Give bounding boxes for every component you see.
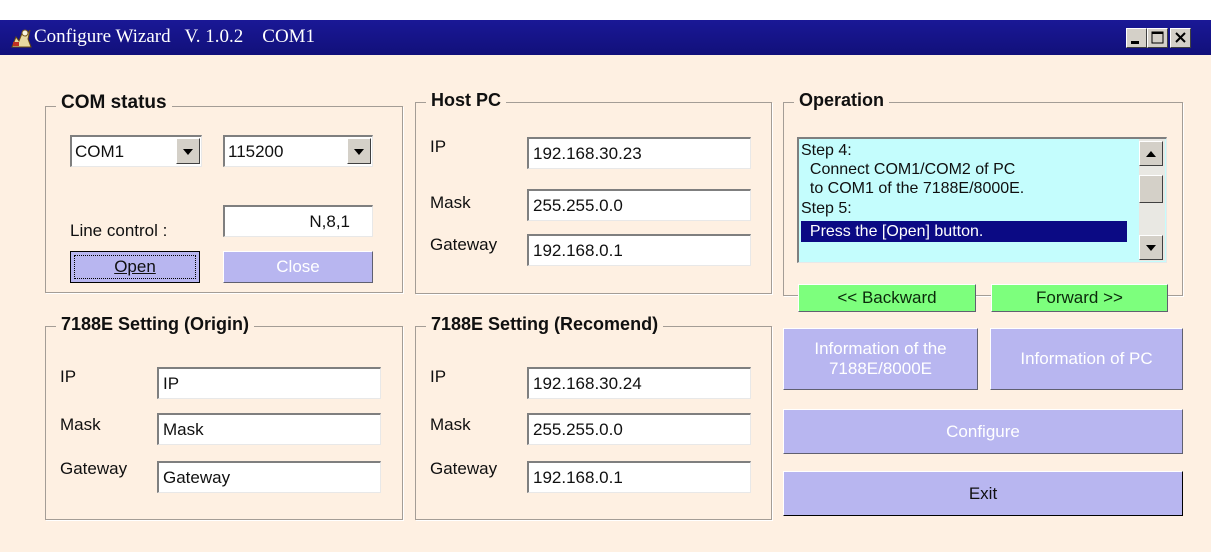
scroll-thumb[interactable] xyxy=(1139,175,1163,203)
window-title: Configure Wizard V. 1.0.2 COM1 xyxy=(34,26,316,47)
list-item[interactable]: to COM1 of the 7188E/8000E. xyxy=(801,179,1024,198)
host-ip-label: IP xyxy=(430,137,447,156)
com-port-dropdown-button[interactable] xyxy=(176,138,200,164)
scroll-down-button[interactable] xyxy=(1139,235,1163,260)
configure-button[interactable]: Configure xyxy=(783,409,1183,454)
com-status-legend: COM status xyxy=(56,92,172,114)
line-control-label: Line control : xyxy=(70,221,168,240)
information-pc-button[interactable]: Information of PC xyxy=(990,328,1183,390)
origin-setting-group: 7188E Setting (Origin) IP IP Mask Mask G… xyxy=(45,314,403,520)
list-item-selected[interactable]: Press the [Open] button. xyxy=(801,221,1127,242)
information-device-line2: 7188E/8000E xyxy=(828,359,933,378)
baud-rate-value: 115200 xyxy=(228,142,284,161)
operation-steps-listbox[interactable]: Step 4: Connect COM1/COM2 of PC to COM1 … xyxy=(797,137,1167,263)
recommend-gateway-label: Gateway xyxy=(430,459,498,478)
maximize-icon xyxy=(1151,31,1164,44)
open-button[interactable]: Open xyxy=(70,251,200,283)
origin-mask-label: Mask xyxy=(60,415,101,434)
origin-gateway-label: Gateway xyxy=(60,459,128,478)
recommend-setting-legend: 7188E Setting (Recomend) xyxy=(426,314,664,335)
chevron-down-icon xyxy=(354,149,364,155)
host-mask-field[interactable]: 255.255.0.0 xyxy=(527,189,751,221)
operation-scrollbar[interactable] xyxy=(1139,139,1165,261)
close-button[interactable]: Close xyxy=(223,251,373,283)
list-item[interactable]: Step 4: xyxy=(801,141,852,160)
configure-wizard-window: Configure Wizard V. 1.0.2 COM1 COM statu… xyxy=(0,20,1211,552)
wizard-app-icon xyxy=(11,29,32,48)
host-ip-field[interactable]: 192.168.30.23 xyxy=(527,137,751,169)
exit-button[interactable]: Exit xyxy=(783,471,1183,516)
com-port-select[interactable]: COM1 xyxy=(70,135,202,167)
recommend-ip-label: IP xyxy=(430,367,447,386)
list-item[interactable]: Connect COM1/COM2 of PC xyxy=(801,160,1015,179)
recommend-mask-field[interactable]: 255.255.0.0 xyxy=(527,413,751,445)
origin-setting-legend: 7188E Setting (Origin) xyxy=(56,314,255,335)
maximize-button[interactable] xyxy=(1147,28,1168,48)
baud-rate-dropdown-button[interactable] xyxy=(347,138,371,164)
operation-legend: Operation xyxy=(794,90,890,111)
host-pc-legend: Host PC xyxy=(426,90,507,111)
arrow-up-icon xyxy=(1146,151,1156,157)
title-bar[interactable]: Configure Wizard V. 1.0.2 COM1 xyxy=(0,20,1211,55)
forward-button[interactable]: Forward >> xyxy=(991,284,1168,312)
minimize-icon xyxy=(1131,41,1139,44)
list-item[interactable]: Step 5: xyxy=(801,199,852,218)
com-status-group: COM status COM1 115200 Line control : N,… xyxy=(45,92,403,293)
recommend-mask-label: Mask xyxy=(430,415,471,434)
com-port-value: COM1 xyxy=(75,142,125,161)
arrow-down-icon xyxy=(1146,245,1156,251)
information-device-button[interactable]: Information of the 7188E/8000E xyxy=(783,328,978,390)
origin-ip-label: IP xyxy=(60,367,77,386)
host-gateway-label: Gateway xyxy=(430,235,498,254)
origin-gateway-field[interactable]: Gateway xyxy=(157,461,381,493)
host-gateway-field[interactable]: 192.168.0.1 xyxy=(527,234,751,266)
baud-rate-select[interactable]: 115200 xyxy=(223,135,373,167)
backward-button[interactable]: << Backward xyxy=(798,284,976,312)
origin-ip-field[interactable]: IP xyxy=(157,367,381,399)
recommend-gateway-field[interactable]: 192.168.0.1 xyxy=(527,461,751,493)
operation-group: Operation Step 4: Connect COM1/COM2 of P… xyxy=(783,90,1183,296)
recommend-ip-field[interactable]: 192.168.30.24 xyxy=(527,367,751,399)
host-mask-label: Mask xyxy=(430,193,471,212)
origin-mask-field[interactable]: Mask xyxy=(157,413,381,445)
close-icon xyxy=(1175,32,1186,43)
close-window-button[interactable] xyxy=(1170,28,1191,48)
chevron-down-icon xyxy=(183,149,193,155)
scroll-up-button[interactable] xyxy=(1139,141,1163,166)
minimize-button[interactable] xyxy=(1126,28,1147,48)
host-pc-group: Host PC IP 192.168.30.23 Mask 255.255.0.… xyxy=(415,90,772,294)
information-device-line1: Information of the xyxy=(814,339,947,358)
recommend-setting-group: 7188E Setting (Recomend) IP 192.168.30.2… xyxy=(415,314,772,520)
open-button-label: Open xyxy=(114,257,156,276)
line-control-field[interactable]: N,8,1 xyxy=(223,205,373,237)
